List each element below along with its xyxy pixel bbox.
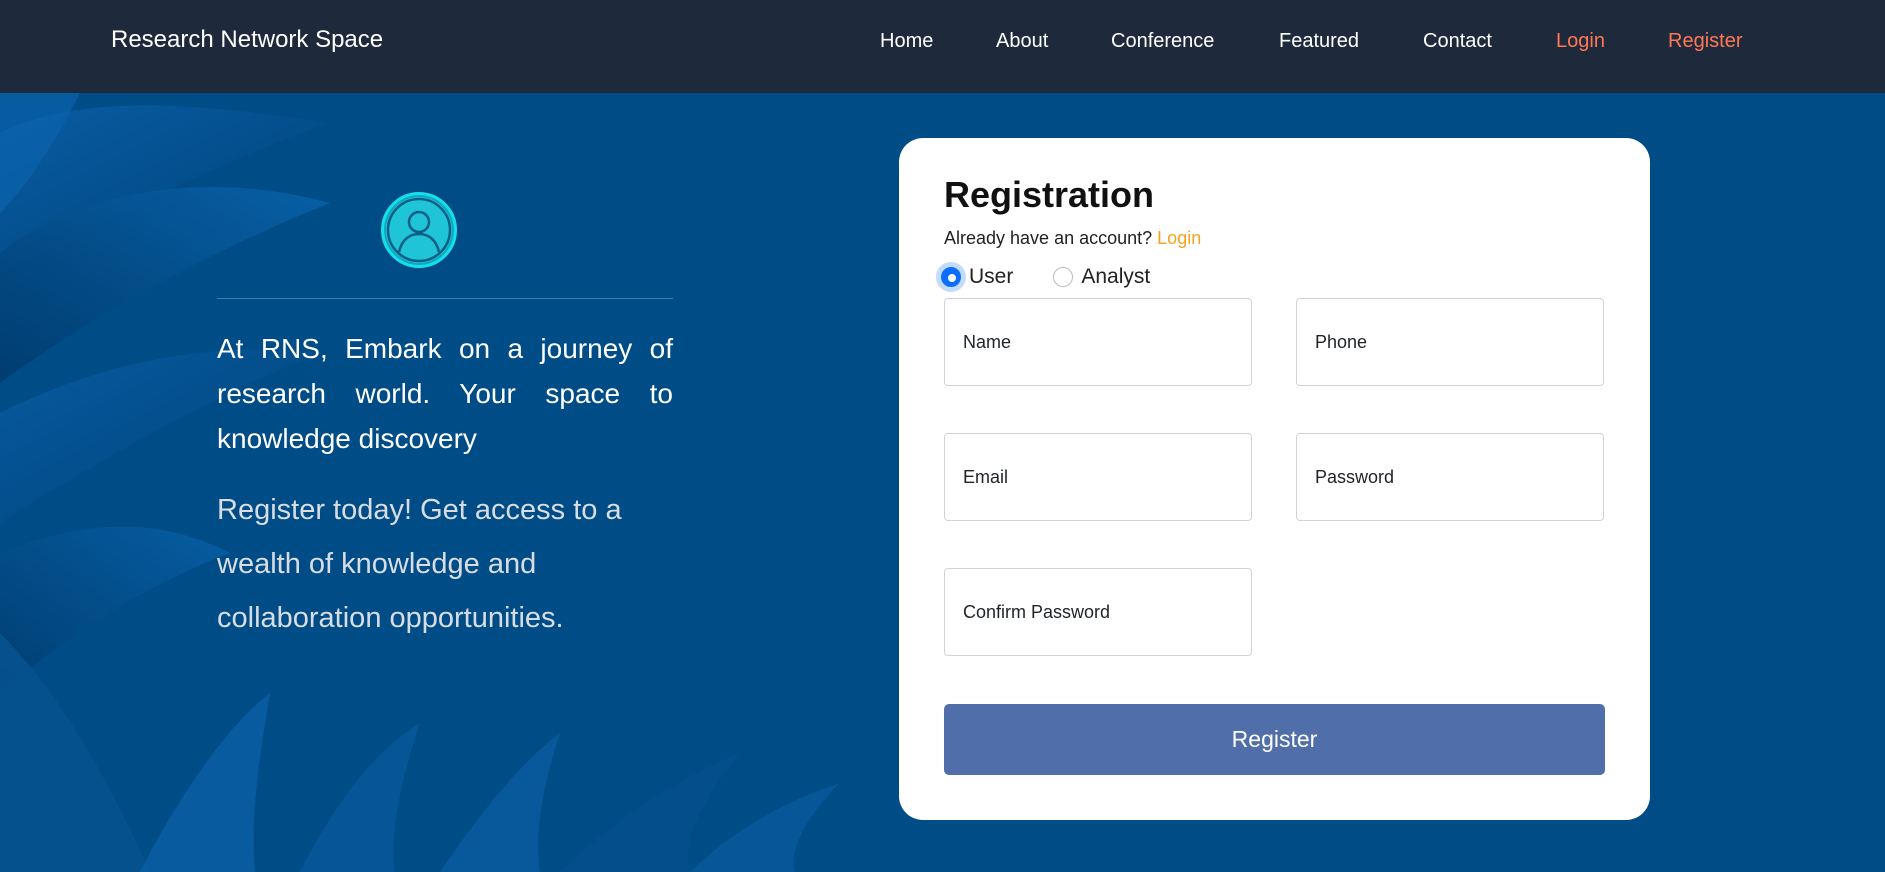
role-radio-group: User Analyst	[941, 262, 1150, 292]
email-input[interactable]	[944, 433, 1252, 521]
user-circle-icon	[381, 192, 457, 268]
login-prompt-text: Already have an account?	[944, 228, 1153, 248]
brand-logo-text[interactable]: Research Network Space	[111, 26, 383, 54]
login-link[interactable]: Login	[1157, 228, 1201, 248]
hero-divider	[217, 298, 673, 299]
register-submit-button[interactable]: Register	[944, 704, 1605, 775]
name-input[interactable]	[944, 298, 1252, 386]
hero-subtagline: Register today! Get access to a wealth o…	[217, 494, 622, 634]
phone-input[interactable]	[1296, 298, 1604, 386]
nav-register[interactable]: Register	[1668, 30, 1742, 53]
login-prompt: Already have an account? Login	[944, 228, 1201, 249]
hero-tagline: At RNS, Embark on a journey of research …	[217, 333, 673, 454]
nav-featured[interactable]: Featured	[1279, 30, 1359, 53]
role-radio-user[interactable]	[941, 267, 961, 287]
role-label-analyst[interactable]: Analyst	[1081, 265, 1150, 289]
role-radio-analyst[interactable]	[1053, 267, 1074, 287]
role-label-user[interactable]: User	[969, 265, 1013, 289]
password-input[interactable]	[1296, 433, 1604, 521]
form-title: Registration	[944, 174, 1155, 215]
confirm-password-input[interactable]	[944, 568, 1252, 656]
registration-card: Registration Already have an account? Lo…	[899, 138, 1650, 820]
nav-home[interactable]: Home	[880, 30, 933, 53]
top-navbar: Research Network Space Home About Confer…	[0, 0, 1885, 93]
nav-contact[interactable]: Contact	[1423, 30, 1492, 53]
nav-about[interactable]: About	[996, 30, 1048, 53]
nav-conference[interactable]: Conference	[1111, 30, 1214, 53]
nav-login[interactable]: Login	[1556, 30, 1605, 53]
